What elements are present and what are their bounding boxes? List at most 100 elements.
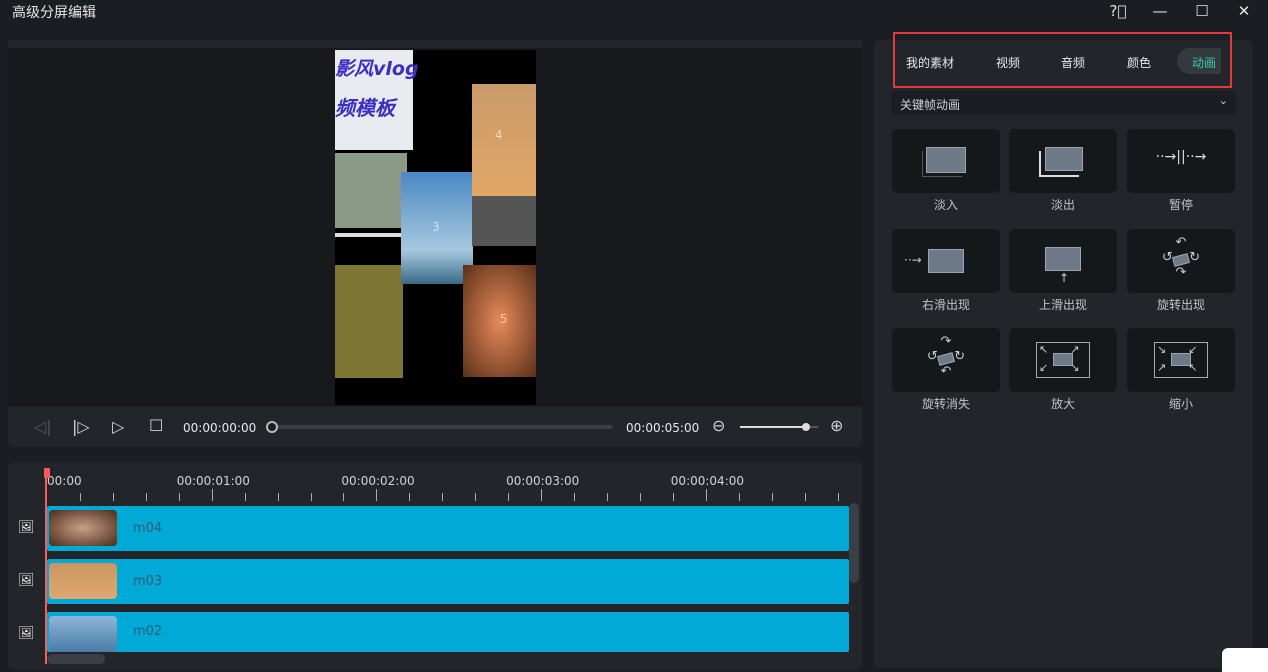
rotate-in-icon: ↶ ↺ ↻ ↷ — [1161, 235, 1201, 280]
animation-fade-in-button[interactable] — [892, 129, 1000, 193]
maximize-icon[interactable]: ☐ — [1182, 0, 1222, 22]
ruler-tick — [574, 493, 576, 501]
image-track-icon: 🖼 — [18, 573, 35, 588]
ruler-label: 00:00:02:00 — [341, 474, 415, 488]
preview-video: 影风vlog 频模板 4 3 5 — [335, 50, 536, 405]
overlay-text: 频模板 — [335, 96, 395, 120]
ruler-tick — [343, 493, 345, 501]
ruler-tick — [837, 493, 839, 501]
ruler-tick — [639, 493, 641, 501]
ruler-tick — [738, 493, 740, 501]
ruler-tick — [606, 493, 608, 501]
ruler-label: 00:00:04:00 — [670, 474, 745, 488]
pause-icon: ··→||··→ — [1155, 149, 1207, 165]
ruler-tick — [112, 493, 114, 501]
playhead[interactable] — [45, 468, 47, 664]
clip-thumbnail — [49, 616, 117, 652]
ruler-tick — [672, 493, 674, 501]
tab-3[interactable]: 颜色 — [1127, 54, 1151, 71]
minimize-icon[interactable]: — — [1140, 0, 1180, 22]
zoom-in-icon: ↖↗ ↙↘ — [1009, 328, 1117, 392]
ruler-tick — [804, 493, 806, 501]
stop-icon[interactable]: ☐ — [149, 416, 163, 435]
zoom-slider[interactable] — [740, 423, 818, 431]
fade-in-icon — [892, 129, 1000, 193]
playhead-handle[interactable] — [44, 468, 50, 478]
play-icon[interactable]: ▷ — [112, 417, 124, 436]
ruler-tick — [145, 493, 147, 501]
ruler-tick — [508, 493, 510, 501]
clip-name: m04 — [133, 520, 163, 536]
animation-pause-button[interactable]: ··→||··→ — [1127, 129, 1235, 193]
ruler-tick — [178, 493, 180, 501]
dropdown-value: 关键帧动画 — [900, 98, 961, 112]
ruler-tick — [211, 489, 213, 501]
image-track-icon: 🖼 — [18, 520, 35, 535]
animation-label: 缩小 — [1168, 397, 1193, 411]
animation-slide-right-button[interactable]: ··→ — [892, 229, 1000, 293]
animation-slide-up-button[interactable]: ↑ — [1009, 229, 1117, 293]
ruler-tick — [409, 493, 411, 501]
progress-handle[interactable] — [266, 421, 278, 433]
timeline-clip[interactable]: m04 — [47, 506, 849, 551]
ruler-tick — [705, 489, 707, 501]
tab-1[interactable]: 视频 — [996, 54, 1020, 71]
playback-controls: ◁| |▷ ▷ ☐ 00:00:00:00 00:00:05:00 ⊖ ⊕ — [8, 407, 862, 447]
slide-right-icon: ··→ — [892, 229, 1000, 293]
vertical-scrollbar[interactable] — [849, 503, 859, 583]
animation-zoom-out-button[interactable]: ↘↙ ↗↖ — [1127, 328, 1235, 392]
zoom-in-icon[interactable]: ⊕ — [830, 416, 843, 435]
number-label: 3 — [432, 220, 440, 234]
zoom-out-icon[interactable]: ⊖ — [712, 416, 725, 435]
current-time: 00:00:00:00 — [183, 421, 257, 435]
total-time: 00:00:05:00 — [626, 421, 700, 435]
progress-slider[interactable] — [266, 421, 612, 433]
animation-label: 旋转出现 — [1156, 298, 1205, 312]
animation-label: 暂停 — [1168, 198, 1193, 212]
animation-rotate-in-button[interactable]: ↶ ↺ ↻ ↷ — [1127, 229, 1235, 293]
chevron-down-icon: ⌄ — [1218, 94, 1228, 107]
animation-rotate-out-button[interactable]: ↷ ↺ ↻ ↶ — [892, 328, 1000, 392]
animation-label: 旋转消失 — [921, 397, 970, 411]
ruler-label: 00:00:03:00 — [506, 474, 580, 488]
clip-thumbnail — [49, 510, 117, 546]
slide-up-icon: ↑ — [1009, 229, 1117, 293]
overlay-text: 影风vlog — [335, 58, 419, 80]
ruler-tick — [541, 489, 543, 501]
animation-label: 淡出 — [1050, 198, 1075, 212]
animation-label: 上滑出现 — [1038, 298, 1087, 312]
ruler-tick — [277, 493, 279, 501]
ruler-tick — [475, 493, 477, 501]
ruler-label: 00:00:01:00 — [176, 474, 250, 488]
horizontal-scrollbar[interactable] — [47, 654, 105, 664]
animation-type-dropdown[interactable]: 关键帧动画 ⌄ — [891, 91, 1236, 115]
number-label: 4 — [495, 128, 503, 142]
zoom-handle[interactable] — [802, 423, 810, 431]
timeline-clip[interactable]: m02 — [47, 612, 849, 652]
timeline-clip[interactable]: m03 — [47, 559, 849, 604]
tab-2[interactable]: 音频 — [1061, 54, 1085, 71]
ruler-tick — [771, 493, 773, 501]
next-frame-icon[interactable]: |▷ — [72, 417, 90, 436]
rotate-out-icon: ↷ ↺ ↻ ↶ — [926, 334, 966, 379]
tab-0[interactable]: 我的素材 — [906, 54, 954, 71]
animation-fade-out-button[interactable] — [1009, 129, 1117, 193]
ruler-tick — [310, 493, 312, 501]
ruler-tick — [244, 493, 246, 501]
fade-out-icon — [1009, 129, 1117, 193]
ruler-label: 00:00 — [47, 474, 82, 488]
close-icon[interactable]: ✕ — [1224, 0, 1264, 22]
number-label: 5 — [500, 312, 508, 326]
window-title: 高级分屏编辑 — [12, 5, 96, 21]
ruler-tick — [376, 489, 378, 501]
help-icon[interactable]: ?⃝ — [1098, 0, 1138, 22]
ruler-tick — [79, 493, 81, 501]
animation-zoom-in-button[interactable]: ↖↗ ↙↘ — [1009, 328, 1117, 392]
tab-4[interactable]: 动画 — [1192, 54, 1216, 71]
clip-name: m02 — [133, 624, 163, 639]
prev-frame-icon[interactable]: ◁| — [34, 417, 52, 436]
ruler-tick — [442, 493, 444, 501]
animation-label: 右滑出现 — [921, 298, 970, 312]
zoom-out-icon: ↘↙ ↗↖ — [1127, 328, 1235, 392]
clip-thumbnail — [49, 563, 117, 599]
